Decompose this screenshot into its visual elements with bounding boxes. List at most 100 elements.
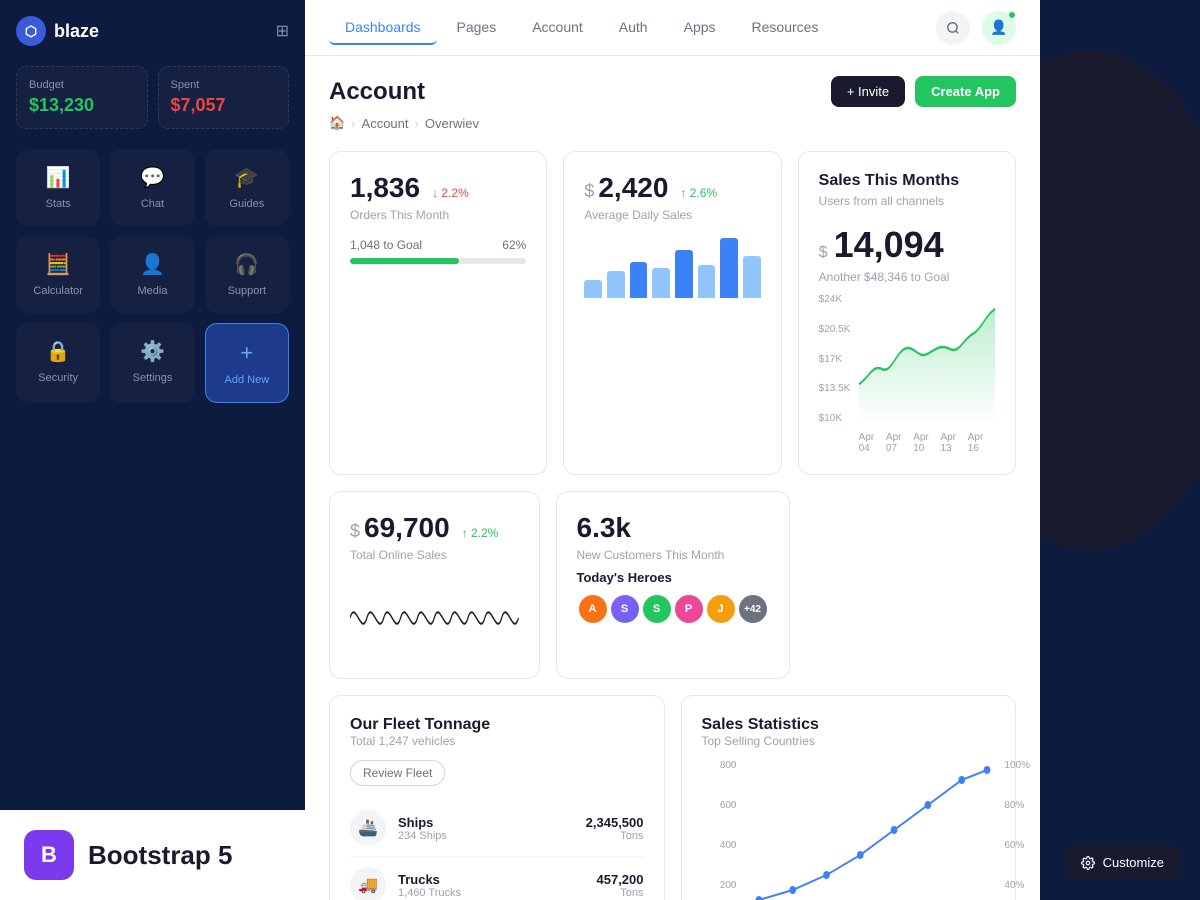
sales-prefix: $ (819, 244, 828, 262)
bootstrap-icon: B (24, 830, 74, 880)
sidebar-item-guides[interactable]: 🎓 Guides (205, 149, 289, 226)
chart-area (859, 294, 995, 424)
tab-resources[interactable]: Resources (736, 11, 835, 45)
support-label: Support (228, 285, 267, 297)
tab-apps[interactable]: Apps (668, 11, 732, 45)
ships-icon: 🚢 (350, 810, 386, 846)
review-fleet-button[interactable]: Review Fleet (350, 760, 445, 786)
online-sales-label: Total Online Sales (350, 548, 519, 562)
create-app-button[interactable]: Create App (915, 76, 1016, 107)
calculator-icon: 🧮 (46, 252, 71, 277)
sidebar-item-add-new[interactable]: + Add New (205, 323, 289, 403)
logo-icon: ⬡ (16, 16, 46, 46)
sidebar-item-security[interactable]: 🔒 Security (16, 323, 100, 403)
customers-label: New Customers This Month (577, 548, 769, 562)
app-name: blaze (54, 21, 99, 42)
guides-icon: 🎓 (234, 165, 259, 190)
sales-goal: Another $48,346 to Goal (819, 270, 995, 284)
sales-line-chart: $24K $20.5K $17K $13.5K $10K (819, 294, 995, 454)
main-content: Dashboards Pages Account Auth Apps Resou… (305, 0, 1040, 900)
sidebar-item-media[interactable]: 👤 Media (110, 236, 194, 313)
online-sales-header: $ 69,700 ↑ 2.2% (350, 512, 519, 548)
trucks-amount: 457,200 (597, 872, 644, 887)
sidebar-item-settings[interactable]: ⚙️ Settings (110, 323, 194, 403)
sales-subtitle: Users from all channels (819, 194, 995, 208)
customers-card: 6.3k New Customers This Month Today's He… (556, 491, 790, 679)
breadcrumb: 🏠 › Account › Overwiev (329, 115, 1016, 131)
avatar-4: P (673, 593, 705, 625)
online-sales-badge: ↑ 2.2% (462, 526, 499, 540)
trucks-value: 457,200 Tons (597, 872, 644, 899)
trucks-name: Trucks (398, 872, 585, 887)
budget-cards: Budget $13,230 Spent $7,057 (16, 66, 289, 129)
menu-icon[interactable]: ⊞ (276, 21, 289, 41)
customize-button[interactable]: Customize (1065, 845, 1180, 880)
invite-button[interactable]: + Invite (831, 76, 905, 107)
tab-auth[interactable]: Auth (603, 11, 664, 45)
daily-sales-header: $ 2,420 ↑ 2.6% (584, 172, 760, 208)
chat-label: Chat (141, 198, 164, 210)
sidebar-item-calculator[interactable]: 🧮 Calculator (16, 236, 100, 313)
avatar-2: S (609, 593, 641, 625)
sales-title: Sales This Months (819, 172, 995, 190)
spent-card: Spent $7,057 (158, 66, 290, 129)
tab-account[interactable]: Account (516, 11, 599, 45)
stats-icon: 📊 (46, 165, 71, 190)
settings-icon: ⚙️ (140, 339, 165, 364)
sidebar-item-stats[interactable]: 📊 Stats (16, 149, 100, 226)
daily-sales-label: Average Daily Sales (584, 208, 760, 222)
guides-label: Guides (229, 198, 264, 210)
settings-label: Settings (133, 372, 173, 384)
customers-value: 6.3k (577, 512, 769, 544)
search-button[interactable] (936, 11, 970, 45)
orders-card: 1,836 ↓ 2.2% Orders This Month 1,048 to … (329, 151, 547, 475)
ships-unit: Tons (586, 830, 644, 842)
security-label: Security (38, 372, 78, 384)
chart-y-labels: $24K $20.5K $17K $13.5K $10K (819, 294, 851, 424)
breadcrumb-section[interactable]: Account (362, 116, 409, 131)
bootstrap-label: Bootstrap 5 (88, 840, 232, 871)
ships-amount: 2,345,500 (586, 815, 644, 830)
avatar-1: A (577, 593, 609, 625)
orders-label: Orders This Month (350, 208, 526, 222)
sales-amount-row: $ 14,094 (819, 224, 995, 266)
sidebar-item-chat[interactable]: 💬 Chat (110, 149, 194, 226)
budget-label: Budget (29, 79, 135, 91)
ships-name: Ships (398, 815, 574, 830)
avatar-5: J (705, 593, 737, 625)
daily-sales-badge: ↑ 2.6% (680, 186, 717, 200)
progress-percent: 62% (502, 238, 526, 252)
sales-stats-card: Sales Statistics Top Selling Countries 8… (681, 695, 1017, 900)
add-new-icon: + (240, 340, 253, 366)
heroes-avatars: A S S P J +42 (577, 593, 769, 625)
trucks-count: 1,460 Trucks (398, 887, 585, 899)
tab-dashboards[interactable]: Dashboards (329, 11, 437, 45)
chat-icon: 💬 (140, 165, 165, 190)
online-sales-value: 69,700 (364, 512, 450, 544)
wave-chart (350, 578, 519, 658)
spent-value: $7,057 (171, 95, 277, 116)
tab-pages[interactable]: Pages (441, 11, 513, 45)
page-header: Account + Invite Create App (329, 76, 1016, 107)
breadcrumb-sep1: › (351, 116, 355, 131)
sidebar-item-support[interactable]: 🎧 Support (205, 236, 289, 313)
trucks-icon: 🚚 (350, 867, 386, 900)
notification-button[interactable]: 👤 (982, 11, 1016, 45)
chart-percent-labels: 100% 80% 60% 40% (1004, 760, 1030, 900)
fleet-subtitle: Total 1,247 vehicles (350, 734, 644, 748)
avatar-extra: +42 (737, 593, 769, 625)
support-icon: 🎧 (234, 252, 259, 277)
stats-grid-2: $ 69,700 ↑ 2.2% Total Online Sales 6.3k … (329, 491, 1016, 679)
daily-sales-card: $ 2,420 ↑ 2.6% Average Daily Sales (563, 151, 781, 475)
sidebar-logo: ⬡ blaze (16, 16, 99, 46)
page-title: Account (329, 78, 425, 106)
sidebar: ⬡ blaze ⊞ Budget $13,230 Spent $7,057 📊 … (0, 0, 305, 900)
home-icon: 🏠 (329, 115, 345, 131)
online-sales-card: $ 69,700 ↑ 2.2% Total Online Sales (329, 491, 540, 679)
fleet-card: Our Fleet Tonnage Total 1,247 vehicles R… (329, 695, 665, 900)
media-icon: 👤 (140, 252, 165, 277)
fleet-row-ships: 🚢 Ships 234 Ships 2,345,500 Tons (350, 800, 644, 857)
progress-label: 1,048 to Goal (350, 238, 422, 252)
stats-grid-1: 1,836 ↓ 2.2% Orders This Month 1,048 to … (329, 151, 1016, 475)
stats-label: Stats (46, 198, 71, 210)
